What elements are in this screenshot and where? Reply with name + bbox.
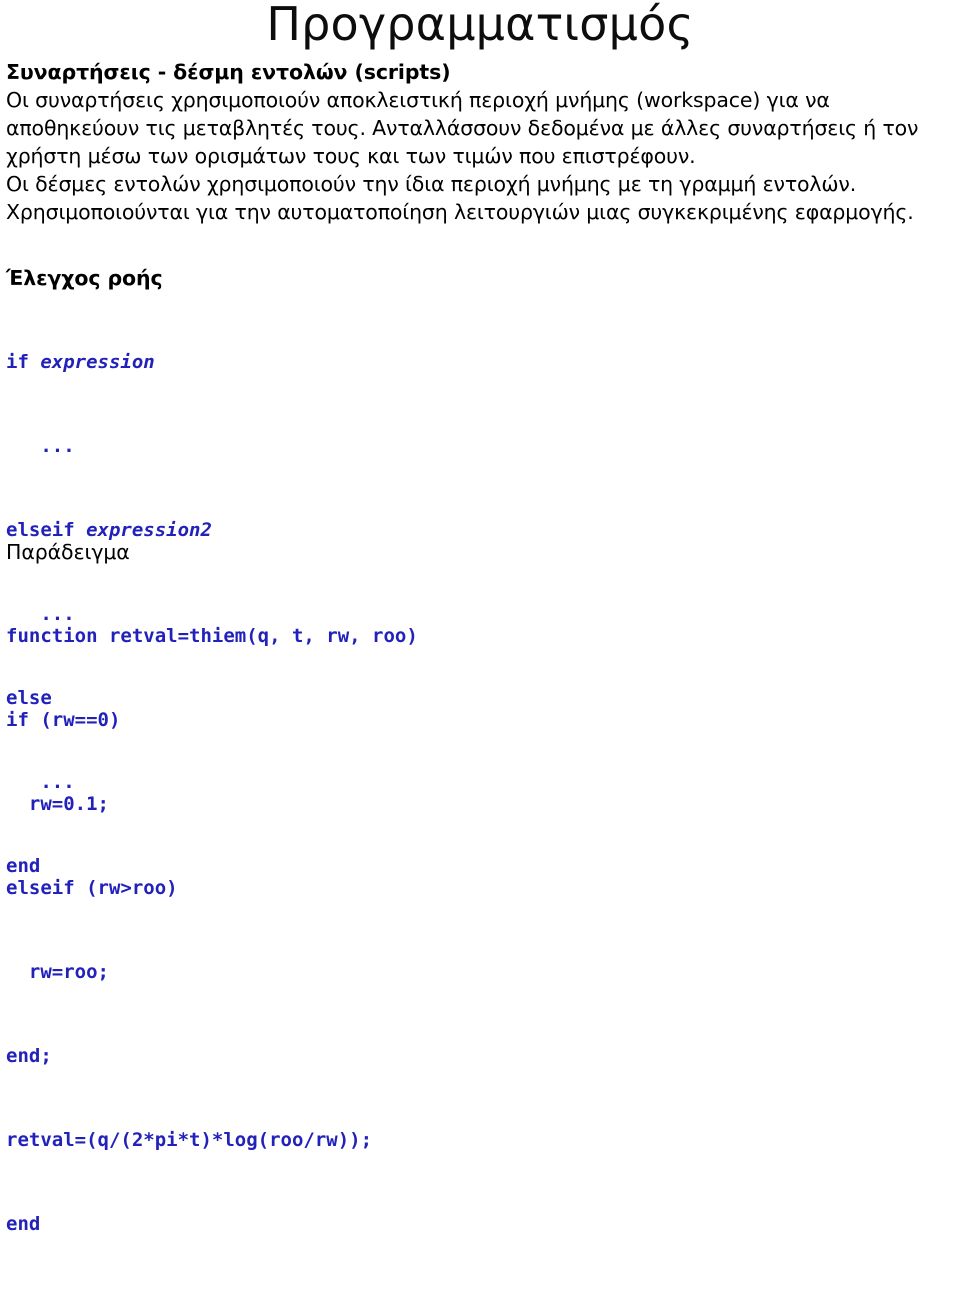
slide: Προγραμματισμός Συναρτήσεις - δέσμη εντο…	[0, 0, 960, 1235]
code-line: rw=0.1;	[6, 793, 109, 815]
code-line: end;	[6, 1045, 52, 1067]
code-line: retval=(q/(2*pi*t)*log(roo/rw));	[6, 1129, 373, 1151]
section-heading-control-flow: Έλεγχος ροής	[6, 266, 163, 290]
paragraph-line: αποθηκεύουν τις μεταβλητές τους. Ανταλλά…	[6, 116, 919, 140]
code-line: ...	[6, 432, 706, 460]
code-keyword: ...	[6, 435, 75, 457]
code-argument: expression	[40, 351, 155, 373]
code-line: end	[6, 1213, 41, 1235]
code-line: if expression	[6, 348, 706, 376]
paragraph-line: Χρησιμοποιούνται για την αυτοματοποίηση …	[6, 200, 914, 224]
section-heading-functions: Συναρτήσεις - δέσμη εντολών (scripts)	[6, 60, 451, 84]
example-section: Παράδειγμα function retval=thiem(q, t, r…	[6, 538, 706, 1294]
page-title: Προγραμματισμός	[266, 0, 694, 51]
paragraph-scripts: Οι δέσμες εντολών χρησιμοποιούν την ίδια…	[6, 170, 958, 226]
code-keyword: if	[6, 351, 41, 373]
section-heading-example: Παράδειγμα	[6, 540, 130, 564]
code-line: if (rw==0)	[6, 709, 121, 731]
code-line: function retval=thiem(q, t, rw, roo)	[6, 625, 418, 647]
paragraph-functions: Οι συναρτήσεις χρησιμοποιούν αποκλειστικ…	[6, 86, 958, 170]
body-text-block: Συναρτήσεις - δέσμη εντολών (scripts) Οι…	[6, 58, 958, 226]
code-line: elseif (rw>roo)	[6, 877, 178, 899]
paragraph-line: χρήστη μέσω των ορισμάτων τους και των τ…	[6, 144, 696, 168]
paragraph-line: Οι συναρτήσεις χρησιμοποιούν αποκλειστικ…	[6, 88, 830, 112]
code-line: rw=roo;	[6, 961, 109, 983]
paragraph-line: Οι δέσμες εντολών χρησιμοποιούν την ίδια…	[6, 172, 857, 196]
code-block-example: function retval=thiem(q, t, rw, roo) if …	[6, 566, 706, 1294]
